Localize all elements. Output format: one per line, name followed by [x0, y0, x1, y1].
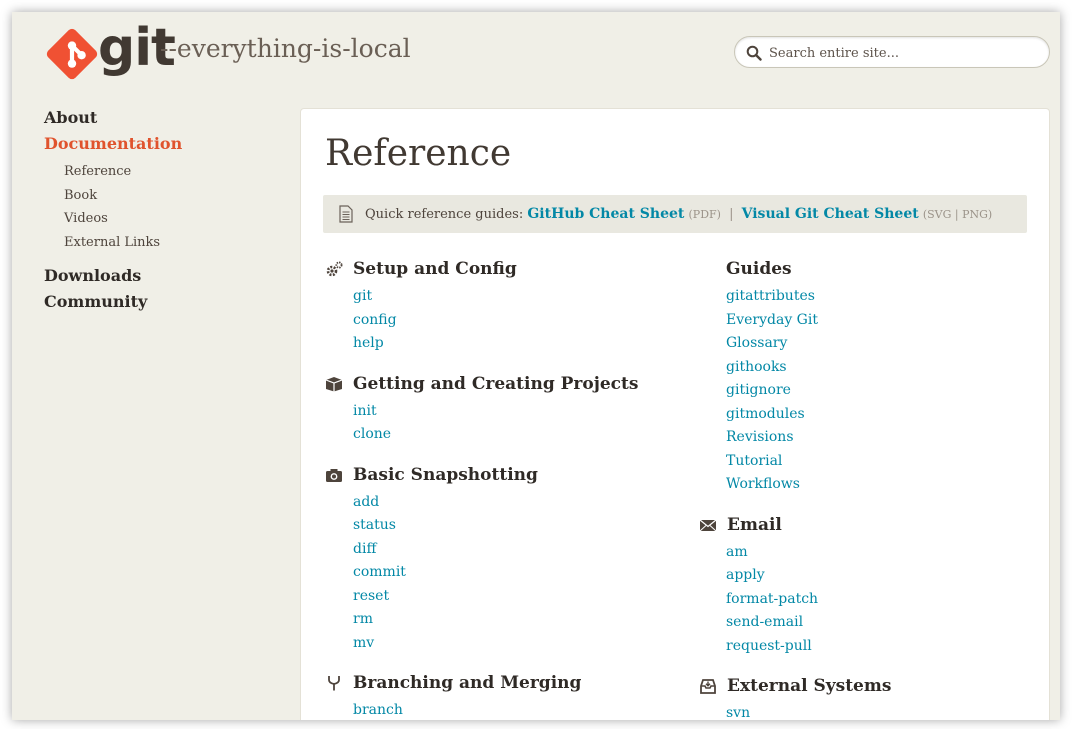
ref-link-reset[interactable]: reset [353, 585, 665, 609]
ref-link-send-email[interactable]: send-email [726, 611, 1039, 635]
ref-link-rm[interactable]: rm [353, 608, 665, 632]
subnav-item-external-links[interactable]: External Links [64, 231, 264, 255]
ref-link-init[interactable]: init [353, 400, 665, 424]
ref-link-mv[interactable]: mv [353, 632, 665, 656]
sidebar-item-about[interactable]: About [44, 108, 264, 128]
visual-git-cheat-sheet-format: (SVG | PNG) [922, 208, 993, 221]
ref-link-gitignore[interactable]: gitignore [726, 379, 1039, 403]
documentation-subnav: Reference Book Videos External Links [64, 160, 264, 254]
box-icon [325, 376, 343, 391]
ref-link-commit[interactable]: commit [353, 561, 665, 585]
section-title: External Systems [727, 676, 892, 696]
ref-link-config[interactable]: config [353, 309, 665, 333]
reference-left-column: Setup and Config git config help Getting… [325, 255, 665, 720]
section-title: Getting and Creating Projects [353, 373, 639, 394]
ref-link-workflows[interactable]: Workflows [726, 473, 1039, 497]
section-title: Setup and Config [353, 259, 517, 279]
ref-link-everyday-git[interactable]: Everyday Git [726, 309, 1039, 333]
git-logo-icon[interactable] [42, 24, 102, 84]
github-cheat-sheet-format: (PDF) [688, 208, 721, 221]
ref-link-status[interactable]: status [353, 514, 665, 538]
inbox-icon [700, 679, 716, 694]
subnav-item-videos[interactable]: Videos [64, 207, 264, 231]
sidebar-item-downloads[interactable]: Downloads [44, 266, 264, 286]
ref-link-glossary[interactable]: Glossary [726, 332, 1039, 356]
section-setup-and-config: Setup and Config git config help [325, 255, 665, 356]
camera-icon [326, 468, 342, 482]
main-content: Reference Quick reference guides: GitHub… [300, 108, 1050, 720]
section-external-systems: External Systems svn [699, 672, 1039, 720]
ref-link-gitattributes[interactable]: gitattributes [726, 285, 1039, 309]
sidebar-item-community[interactable]: Community [44, 292, 264, 312]
ref-link-clone[interactable]: clone [353, 423, 665, 447]
section-title: Basic Snapshotting [353, 464, 538, 485]
section-email: Email am apply format-patch send-email r… [699, 511, 1039, 659]
ref-link-branch[interactable]: branch [353, 699, 665, 720]
ref-link-tutorial[interactable]: Tutorial [726, 450, 1039, 474]
document-icon [339, 205, 353, 223]
ref-link-revisions[interactable]: Revisions [726, 426, 1039, 450]
ref-link-gitmodules[interactable]: gitmodules [726, 403, 1039, 427]
page-title: Reference [325, 133, 512, 174]
site-tagline: --everything-is-local [160, 34, 411, 63]
gears-icon [326, 261, 343, 277]
ref-link-githooks[interactable]: githooks [726, 356, 1039, 380]
ref-link-svn[interactable]: svn [726, 702, 1039, 720]
section-basic-snapshotting: Basic Snapshotting add status diff commi… [325, 461, 665, 656]
section-guides: Guides gitattributes Everyday Git Glossa… [699, 255, 1039, 497]
section-title: Branching and Merging [353, 673, 582, 693]
search-input[interactable] [769, 42, 1039, 64]
ref-link-git[interactable]: git [353, 285, 665, 309]
browser-page: git --everything-is-local About Document… [12, 12, 1060, 720]
github-cheat-sheet-link[interactable]: GitHub Cheat Sheet [527, 206, 684, 222]
visual-git-cheat-sheet-link[interactable]: Visual Git Cheat Sheet [742, 206, 919, 222]
quick-reference-bar: Quick reference guides: GitHub Cheat She… [323, 195, 1027, 233]
branch-icon [328, 676, 340, 691]
envelope-icon [699, 519, 717, 531]
sidebar-item-documentation[interactable]: Documentation [44, 134, 264, 154]
site-search[interactable] [734, 36, 1050, 68]
subnav-item-reference[interactable]: Reference [64, 160, 264, 184]
section-branching-and-merging: Branching and Merging branch [325, 669, 665, 720]
subnav-item-book[interactable]: Book [64, 184, 264, 208]
ref-link-diff[interactable]: diff [353, 538, 665, 562]
sidebar-nav: About Documentation Reference Book Video… [44, 108, 264, 318]
ref-link-help[interactable]: help [353, 332, 665, 356]
reference-right-column: Guides gitattributes Everyday Git Glossa… [699, 255, 1039, 720]
section-title: Guides [726, 259, 792, 279]
quickref-prefix: Quick reference guides: [365, 207, 524, 222]
section-getting-and-creating-projects: Getting and Creating Projects init clone [325, 370, 665, 447]
ref-link-format-patch[interactable]: format-patch [726, 588, 1039, 612]
search-icon [746, 45, 762, 61]
ref-link-request-pull[interactable]: request-pull [726, 635, 1039, 659]
ref-link-add[interactable]: add [353, 491, 665, 515]
quickref-separator: | [729, 207, 734, 222]
section-title: Email [727, 514, 782, 535]
ref-link-apply[interactable]: apply [726, 564, 1039, 588]
ref-link-am[interactable]: am [726, 541, 1039, 565]
